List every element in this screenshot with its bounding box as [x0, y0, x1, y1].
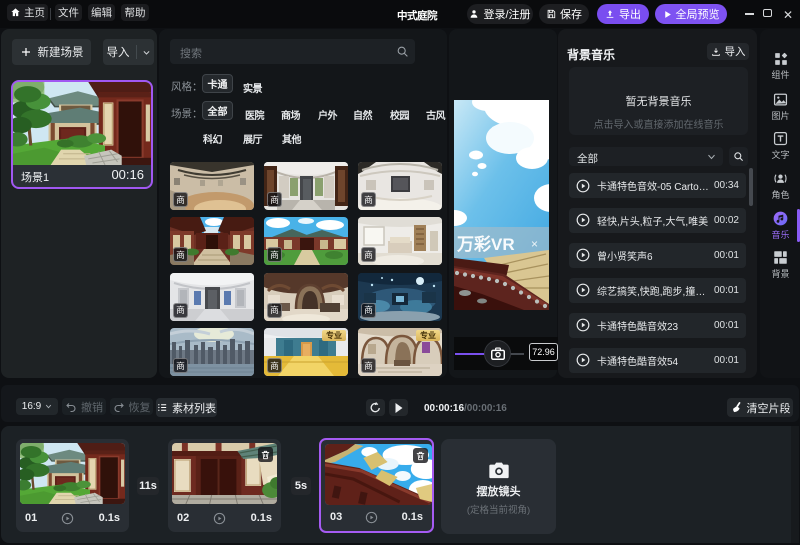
svg-text:×: ×	[531, 237, 538, 251]
svg-text:万彩VR: 万彩VR	[456, 235, 515, 254]
